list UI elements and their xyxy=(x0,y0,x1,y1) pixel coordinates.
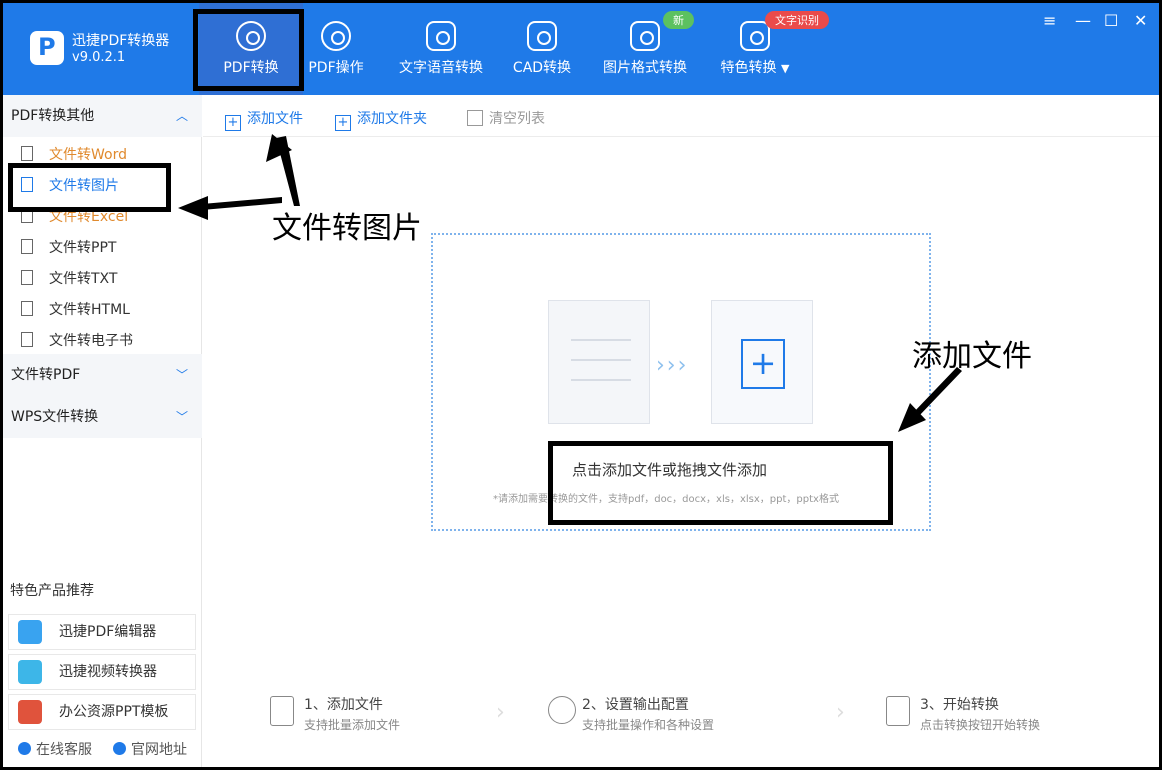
window-border xyxy=(0,0,1162,770)
